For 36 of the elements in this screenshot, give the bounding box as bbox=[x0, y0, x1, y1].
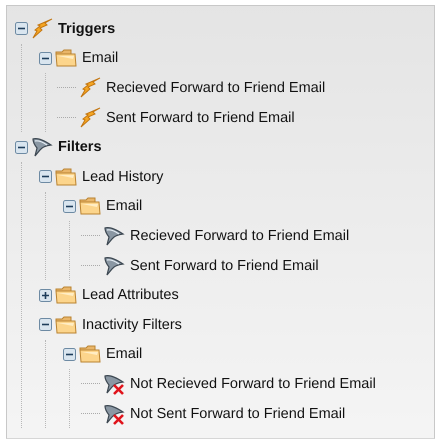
plus-box-icon[interactable] bbox=[39, 288, 52, 302]
folder-icon bbox=[78, 195, 102, 218]
tree-item[interactable]: Recieved Forward to Friend Email bbox=[130, 228, 350, 244]
folder-label[interactable]: Inactivity Filters bbox=[82, 316, 182, 333]
folder-icon bbox=[54, 166, 78, 188]
folder-label[interactable]: Lead History bbox=[82, 168, 164, 185]
funnel-icon bbox=[30, 136, 54, 158]
funnel-cross-icon bbox=[102, 402, 126, 425]
tree-item[interactable]: Triggers bbox=[58, 20, 116, 37]
folder-icon bbox=[54, 284, 78, 306]
minus-box-icon[interactable] bbox=[63, 200, 76, 213]
tree-item[interactable]: Not Recieved Forward to Friend Email bbox=[130, 376, 376, 392]
tree-item[interactable]: Recieved Forward to Friend Email bbox=[106, 80, 326, 96]
funnel-icon bbox=[102, 254, 126, 277]
tree-item[interactable]: Sent Forward to Friend Email bbox=[130, 258, 319, 274]
minus-box-icon[interactable] bbox=[39, 318, 52, 332]
folder-icon bbox=[54, 47, 78, 70]
tree-item[interactable]: Not Sent Forward to Friend Email bbox=[130, 406, 346, 422]
minus-box-icon[interactable] bbox=[39, 52, 52, 65]
minus-box-icon[interactable] bbox=[15, 22, 28, 36]
folder-label[interactable]: Lead Attributes bbox=[82, 287, 179, 304]
funnel-cross-icon bbox=[102, 372, 126, 395]
minus-box-icon[interactable] bbox=[15, 140, 28, 154]
bolt-icon bbox=[78, 76, 102, 99]
folder-label[interactable]: Email bbox=[106, 346, 142, 362]
minus-box-icon[interactable] bbox=[63, 348, 76, 361]
bolt-icon bbox=[30, 18, 54, 40]
tree-item[interactable]: Filters bbox=[58, 139, 102, 156]
minus-box-icon[interactable] bbox=[39, 170, 52, 184]
folder-label[interactable]: Email bbox=[82, 50, 118, 66]
folder-icon bbox=[54, 314, 78, 336]
bolt-icon bbox=[78, 106, 102, 129]
folder-label[interactable]: Email bbox=[106, 198, 142, 214]
tree-item[interactable]: Sent Forward to Friend Email bbox=[106, 110, 295, 126]
folder-icon bbox=[78, 343, 102, 366]
funnel-icon bbox=[102, 224, 126, 247]
